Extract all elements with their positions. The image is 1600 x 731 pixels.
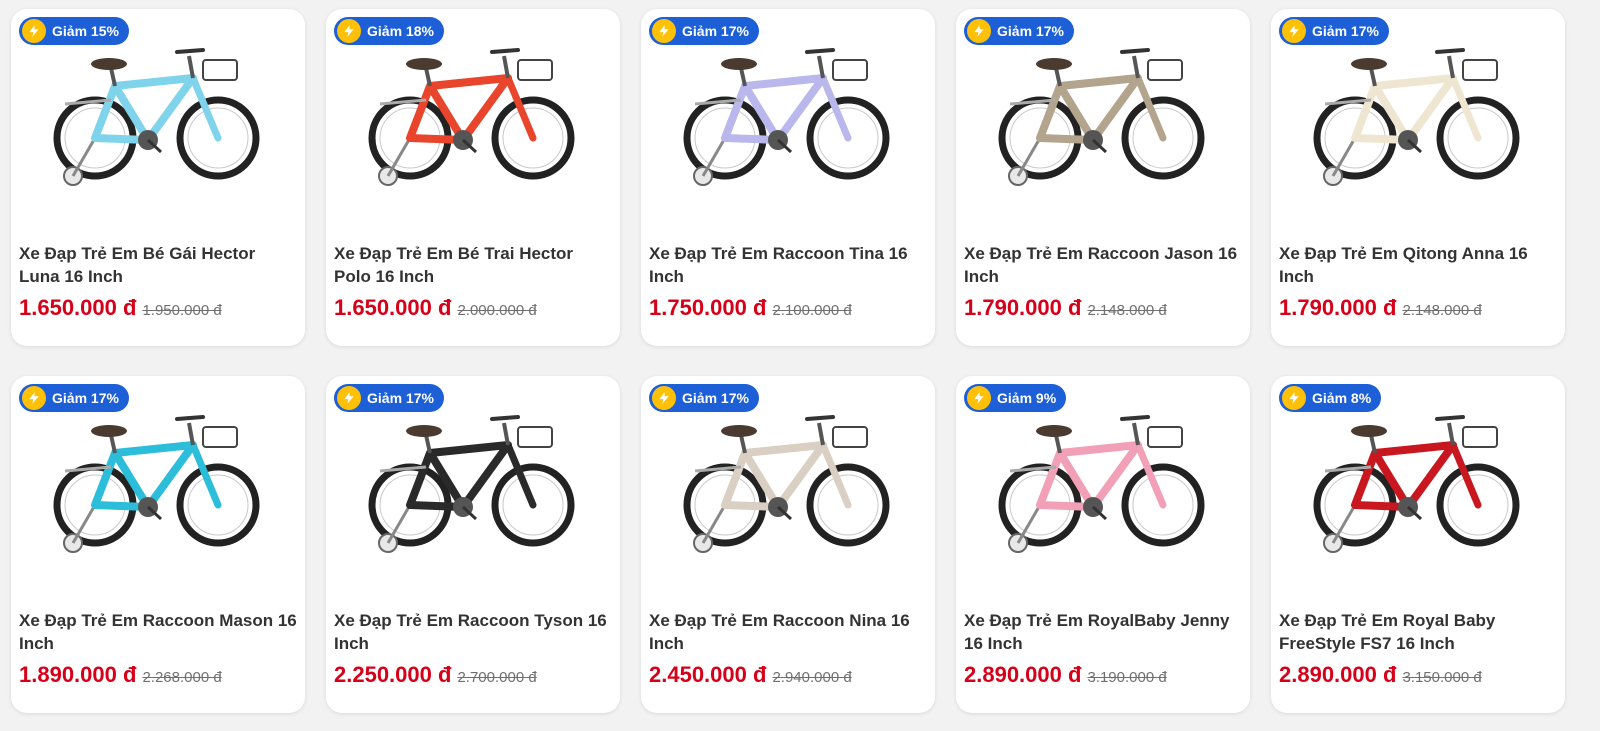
discount-badge: Giảm 18%	[334, 17, 444, 45]
discount-badge: Giảm 17%	[649, 384, 759, 412]
sale-price: 1.650.000 đ	[334, 295, 452, 320]
product-name[interactable]: Xe Đạp Trẻ Em Raccoon Nina 16 Inch	[649, 609, 929, 655]
sale-price: 2.890.000 đ	[964, 662, 1082, 687]
product-name[interactable]: Xe Đạp Trẻ Em Raccoon Tina 16 Inch	[649, 242, 929, 288]
discount-badge: Giảm 17%	[19, 384, 129, 412]
product-name[interactable]: Xe Đạp Trẻ Em Raccoon Mason 16 Inch	[19, 609, 299, 655]
lightning-bolt-icon	[337, 19, 361, 43]
discount-text: Giảm 15%	[52, 23, 119, 39]
price-row: 2.890.000 đ 3.190.000 đ	[964, 662, 1167, 688]
discount-text: Giảm 8%	[1312, 390, 1372, 406]
price-row: 1.790.000 đ 2.148.000 đ	[1279, 295, 1482, 321]
product-name[interactable]: Xe Đạp Trẻ Em Royal Baby FreeStyle FS7 1…	[1279, 609, 1559, 655]
sale-price: 2.250.000 đ	[334, 662, 452, 687]
discount-text: Giảm 17%	[367, 390, 434, 406]
discount-badge: Giảm 17%	[334, 384, 444, 412]
sale-price: 1.890.000 đ	[19, 662, 137, 687]
original-price: 2.268.000 đ	[142, 669, 222, 686]
discount-badge: Giảm 9%	[964, 384, 1067, 412]
product-card[interactable]: Giảm 17% Xe Đạp Trẻ Em	[956, 9, 1250, 346]
lightning-bolt-icon	[1282, 386, 1306, 410]
discount-text: Giảm 17%	[52, 390, 119, 406]
product-card[interactable]: Giảm 15% Xe Đạp Trẻ Em Bé Gái Hector Lun…	[11, 9, 305, 346]
bicycle-icon	[998, 47, 1205, 186]
original-price: 1.950.000 đ	[142, 302, 222, 319]
bicycle-icon	[53, 47, 260, 186]
product-grid: Giảm 15% Xe Đạp Trẻ Em Bé Gái Hector Lun…	[0, 0, 1600, 731]
sale-price: 1.750.000 đ	[649, 295, 767, 320]
product-name[interactable]: Xe Đạp Trẻ Em Bé Gái Hector Luna 16 Inch	[19, 242, 299, 288]
sale-price: 2.450.000 đ	[649, 662, 767, 687]
lightning-bolt-icon	[337, 386, 361, 410]
bicycle-icon	[53, 414, 260, 553]
original-price: 2.700.000 đ	[457, 669, 537, 686]
product-card[interactable]: Giảm 18% Xe Đạp Trẻ Em Bé Trai Hector Po…	[326, 9, 620, 346]
bicycle-icon	[1313, 414, 1520, 553]
price-row: 2.250.000 đ 2.700.000 đ	[334, 662, 537, 688]
bicycle-icon	[368, 47, 575, 186]
bicycle-icon	[683, 47, 890, 186]
discount-badge: Giảm 8%	[1279, 384, 1382, 412]
lightning-bolt-icon	[1282, 19, 1306, 43]
original-price: 3.150.000 đ	[1402, 669, 1482, 686]
sale-price: 1.650.000 đ	[19, 295, 137, 320]
discount-text: Giảm 17%	[682, 23, 749, 39]
original-price: 2.940.000 đ	[772, 669, 852, 686]
lightning-bolt-icon	[652, 386, 676, 410]
product-card[interactable]: Giảm 8% Xe Đạp Trẻ Em Royal Baby FreeSty…	[1271, 376, 1565, 713]
discount-text: Giảm 17%	[682, 390, 749, 406]
sale-price: 2.890.000 đ	[1279, 662, 1397, 687]
sale-price: 1.790.000 đ	[1279, 295, 1397, 320]
discount-text: Giảm 18%	[367, 23, 434, 39]
product-name[interactable]: Xe Đạp Trẻ Em RoyalBaby Jenny 16 Inch	[964, 609, 1244, 655]
discount-text: Giảm 9%	[997, 390, 1057, 406]
discount-text: Giảm 17%	[997, 23, 1064, 39]
sale-price: 1.790.000 đ	[964, 295, 1082, 320]
product-name[interactable]: Xe Đạp Trẻ Em Qitong Anna 16 Inch	[1279, 242, 1559, 288]
discount-badge: Giảm 17%	[964, 17, 1074, 45]
bicycle-icon	[683, 414, 890, 553]
original-price: 2.148.000 đ	[1087, 302, 1167, 319]
original-price: 3.190.000 đ	[1087, 669, 1167, 686]
original-price: 2.000.000 đ	[457, 302, 537, 319]
discount-badge: Giảm 17%	[649, 17, 759, 45]
product-card[interactable]: Giảm 17% Xe Đạp Trẻ Em	[11, 376, 305, 713]
bicycle-icon	[1313, 47, 1520, 186]
product-card[interactable]: Giảm 17% Xe Đạp Trẻ Em	[1271, 9, 1565, 346]
price-row: 1.750.000 đ 2.100.000 đ	[649, 295, 852, 321]
lightning-bolt-icon	[22, 386, 46, 410]
price-row: 2.890.000 đ 3.150.000 đ	[1279, 662, 1482, 688]
lightning-bolt-icon	[652, 19, 676, 43]
product-card[interactable]: Giảm 17% Xe Đạp Trẻ Em	[641, 9, 935, 346]
discount-badge: Giảm 15%	[19, 17, 129, 45]
discount-text: Giảm 17%	[1312, 23, 1379, 39]
lightning-bolt-icon	[967, 19, 991, 43]
price-row: 1.790.000 đ 2.148.000 đ	[964, 295, 1167, 321]
lightning-bolt-icon	[22, 19, 46, 43]
product-card[interactable]: Giảm 17% Xe Đạp Trẻ Em	[326, 376, 620, 713]
bicycle-icon	[998, 414, 1205, 553]
original-price: 2.100.000 đ	[772, 302, 852, 319]
bicycle-icon	[368, 414, 575, 553]
discount-badge: Giảm 17%	[1279, 17, 1389, 45]
product-name[interactable]: Xe Đạp Trẻ Em Raccoon Tyson 16 Inch	[334, 609, 614, 655]
product-card[interactable]: Giảm 17% Xe Đạp Trẻ Em	[641, 376, 935, 713]
product-card[interactable]: Giảm 9% Xe Đạp Trẻ Em RoyalBaby Jenny 16…	[956, 376, 1250, 713]
price-row: 1.650.000 đ 1.950.000 đ	[19, 295, 222, 321]
price-row: 1.890.000 đ 2.268.000 đ	[19, 662, 222, 688]
product-name[interactable]: Xe Đạp Trẻ Em Raccoon Jason 16 Inch	[964, 242, 1244, 288]
lightning-bolt-icon	[967, 386, 991, 410]
product-name[interactable]: Xe Đạp Trẻ Em Bé Trai Hector Polo 16 Inc…	[334, 242, 614, 288]
price-row: 1.650.000 đ 2.000.000 đ	[334, 295, 537, 321]
price-row: 2.450.000 đ 2.940.000 đ	[649, 662, 852, 688]
original-price: 2.148.000 đ	[1402, 302, 1482, 319]
